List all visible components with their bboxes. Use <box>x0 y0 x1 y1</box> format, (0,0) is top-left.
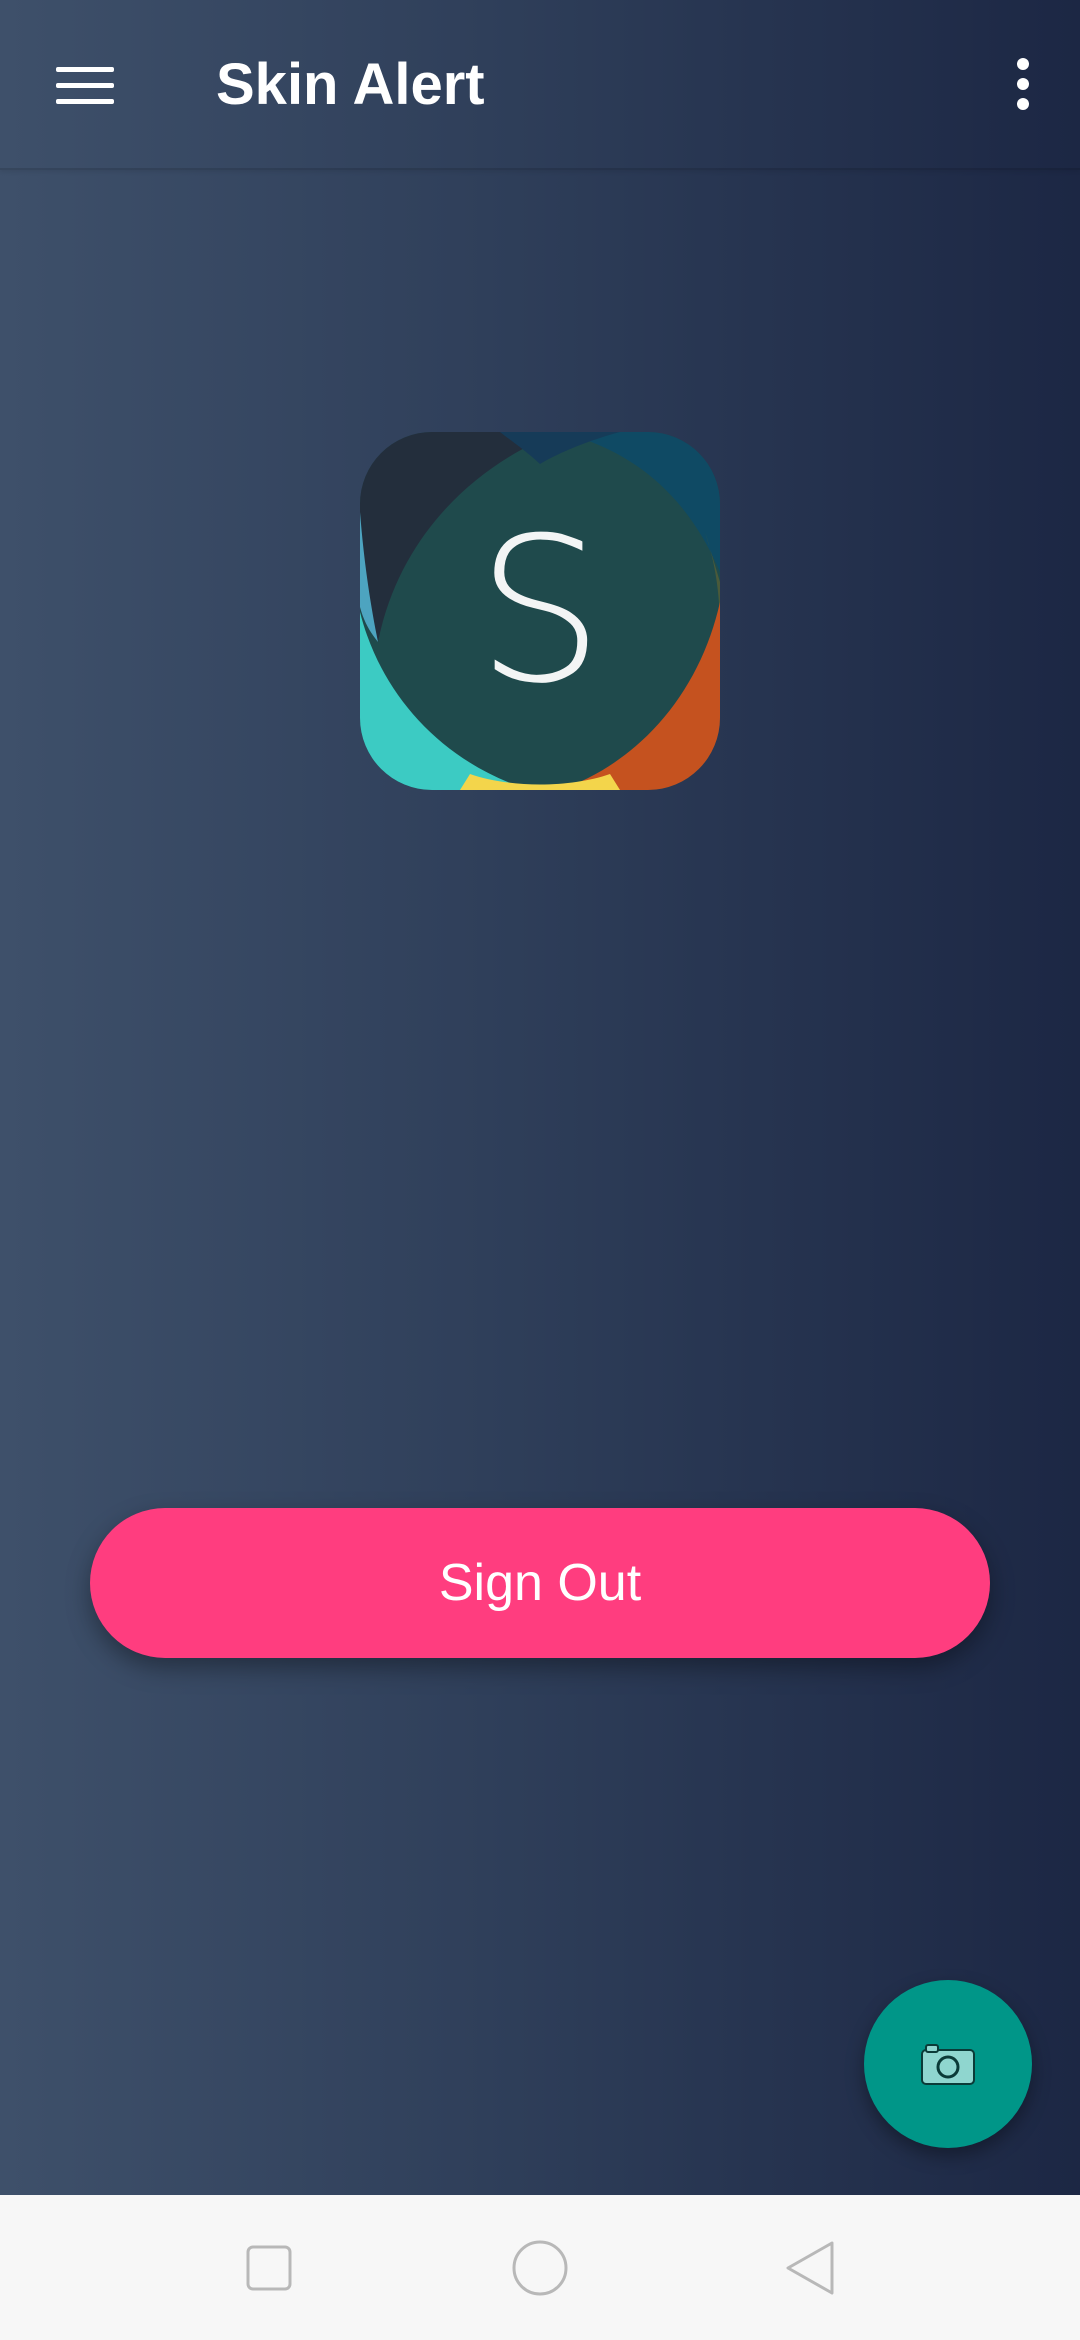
app-title: Skin Alert <box>216 52 485 117</box>
camera-fab-button[interactable] <box>864 1980 1032 2148</box>
more-vert-icon[interactable] <box>986 44 1060 124</box>
sign-out-button[interactable]: Sign Out <box>90 1508 990 1658</box>
logo-letter: S <box>476 494 604 728</box>
camera-icon <box>921 2044 975 2085</box>
system-nav-bar <box>0 2195 1080 2340</box>
home-circle-icon[interactable] <box>505 2235 575 2301</box>
app-logo: S <box>360 432 720 790</box>
app-bar: Skin Alert <box>0 0 1080 170</box>
recents-square-icon[interactable] <box>234 2235 304 2301</box>
back-triangle-icon[interactable] <box>774 2235 844 2301</box>
main-screen: Skin Alert S Sign Out <box>0 0 1080 2195</box>
hamburger-menu-icon[interactable] <box>30 45 140 125</box>
